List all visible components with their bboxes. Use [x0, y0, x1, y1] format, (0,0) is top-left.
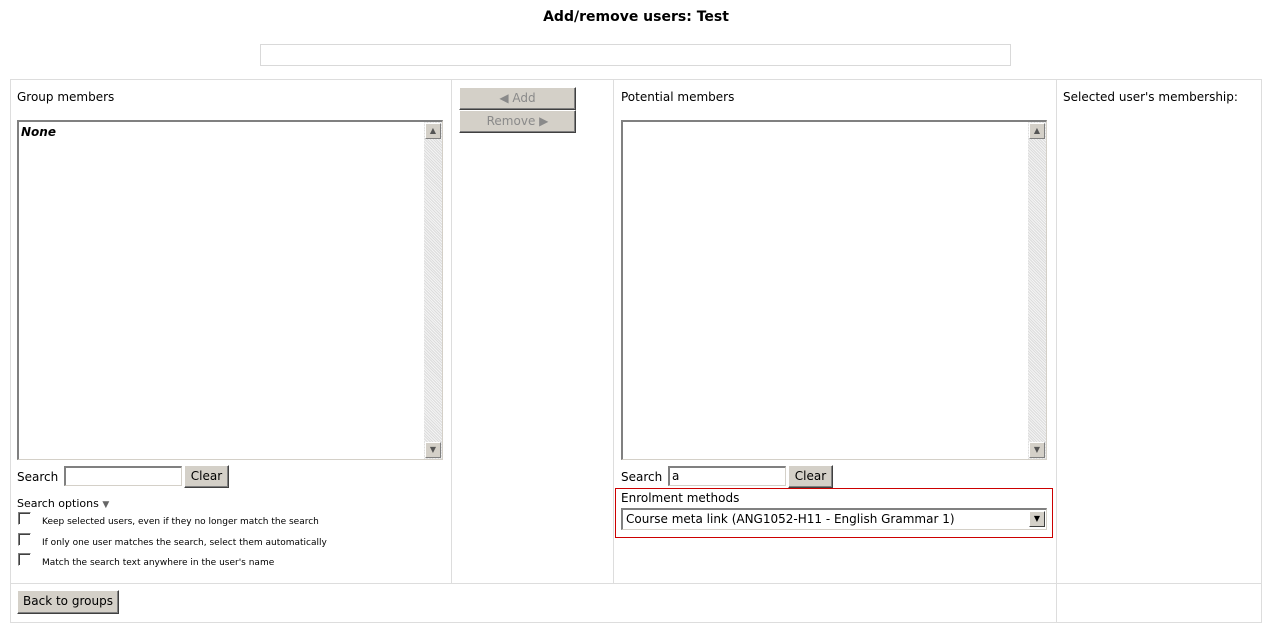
enrolment-methods-label: Enrolment methods — [621, 491, 740, 505]
group-members-label: Group members — [17, 90, 115, 104]
potential-search-input[interactable]: a — [668, 466, 786, 486]
remove-button[interactable]: Remove ▶ — [459, 110, 576, 133]
group-members-listbox[interactable]: None ▲ ▼ — [17, 120, 443, 460]
search-options-label: Search options — [17, 497, 99, 510]
page-title: Add/remove users: Test — [543, 9, 729, 25]
group-search-label: Search — [17, 470, 59, 484]
group-search-input[interactable] — [64, 466, 182, 486]
scroll-down-icon[interactable]: ▼ — [1029, 442, 1045, 458]
column-divider — [613, 79, 614, 584]
scrollbar[interactable]: ▲ ▼ — [1028, 122, 1046, 459]
scroll-down-icon[interactable]: ▼ — [425, 442, 441, 458]
scroll-up-icon[interactable]: ▲ — [425, 123, 441, 139]
match-anywhere-checkbox[interactable] — [18, 553, 31, 566]
potential-search-label: Search — [621, 470, 663, 484]
table-right-border — [1261, 79, 1262, 623]
potential-clear-button[interactable]: Clear — [788, 465, 833, 488]
potential-members-label: Potential members — [621, 90, 735, 104]
potential-members-listbox[interactable]: ▲ ▼ — [621, 120, 1047, 460]
autoselect-checkbox[interactable] — [18, 533, 31, 546]
scroll-up-icon[interactable]: ▲ — [1029, 123, 1045, 139]
chevron-down-icon: ▼ — [102, 500, 110, 510]
keep-selected-checkbox[interactable] — [18, 512, 31, 525]
table-left-border — [10, 79, 11, 623]
top-bar — [260, 44, 1011, 66]
enrolment-selected-value: Course meta link (ANG1052-H11 - English … — [626, 512, 955, 526]
scrollbar[interactable]: ▲ ▼ — [424, 122, 442, 459]
column-divider — [1056, 79, 1057, 623]
back-to-groups-button[interactable]: Back to groups — [17, 590, 119, 614]
add-button[interactable]: ◀ Add — [459, 87, 576, 110]
membership-label: Selected user's membership: — [1063, 90, 1238, 104]
match-anywhere-label: Match the search text anywhere in the us… — [42, 558, 275, 568]
search-options-toggle[interactable]: Search options ▼ — [17, 497, 109, 510]
table-top-border — [10, 79, 1262, 80]
keep-selected-label: Keep selected users, even if they no lon… — [42, 517, 319, 527]
autoselect-label: If only one user matches the search, sel… — [42, 538, 327, 548]
list-item: None — [21, 125, 56, 139]
table-row-divider — [10, 583, 1262, 584]
enrolment-methods-select[interactable]: Course meta link (ANG1052-H11 - English … — [621, 508, 1047, 530]
table-bottom-border — [10, 622, 1262, 623]
group-clear-button[interactable]: Clear — [184, 465, 229, 488]
chevron-down-icon[interactable]: ▼ — [1029, 511, 1045, 527]
column-divider — [451, 79, 452, 584]
